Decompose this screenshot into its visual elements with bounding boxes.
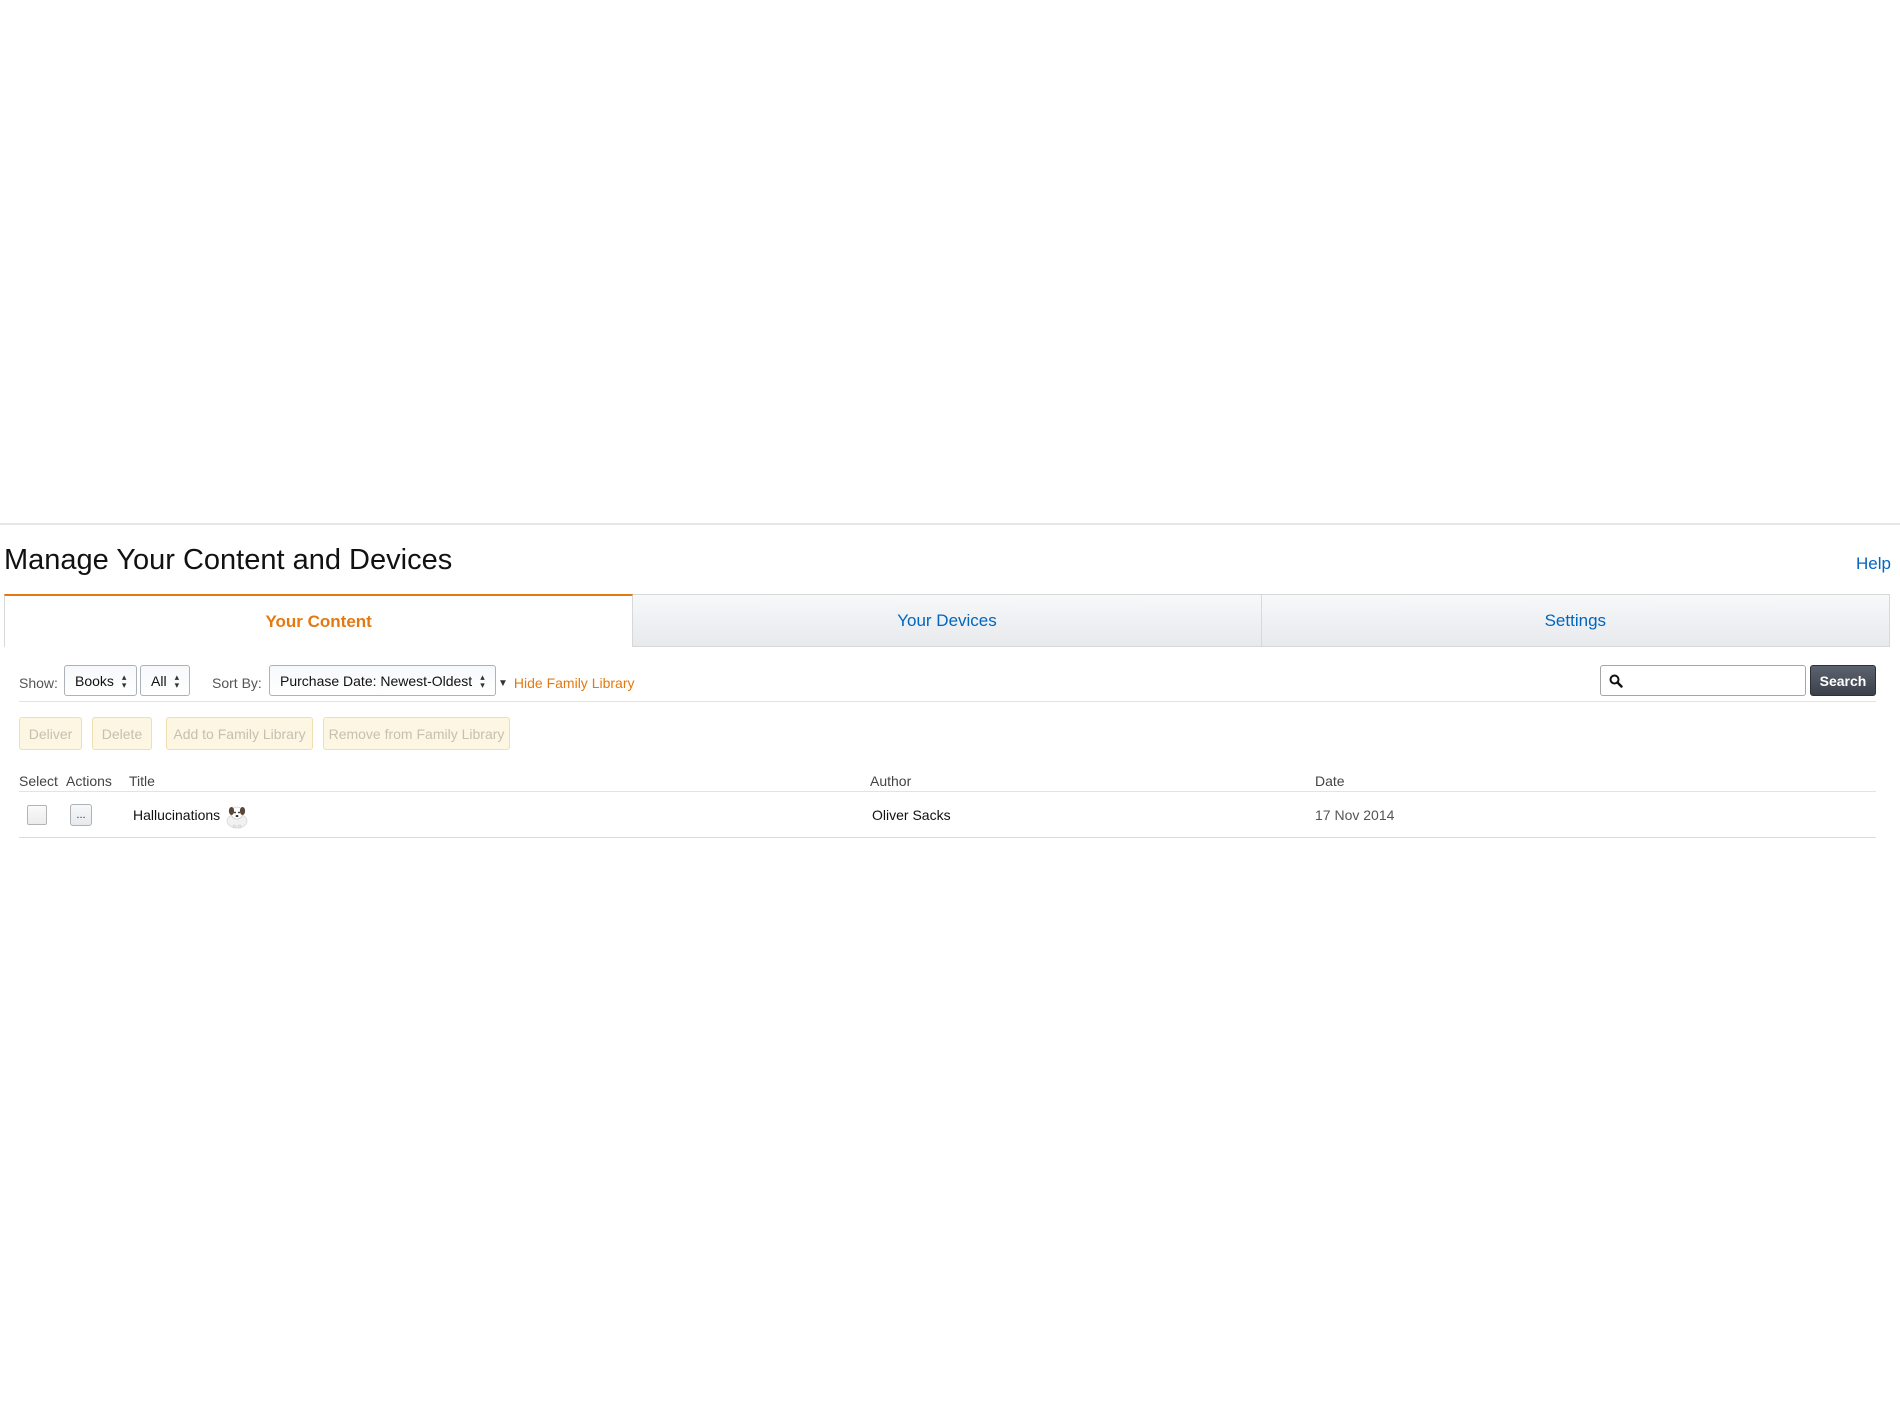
page-title: Manage Your Content and Devices — [4, 544, 453, 576]
row-title[interactable]: Hallucinations — [133, 807, 220, 823]
row-author: Oliver Sacks — [872, 807, 951, 823]
show-subset-select[interactable]: All ▴ ▾ — [140, 665, 191, 696]
triangle-down-icon: ▼ — [498, 677, 508, 689]
column-header-select: Select — [19, 773, 58, 789]
tab-settings[interactable]: Settings — [1261, 594, 1890, 647]
remove-from-family-library-button[interactable]: Remove from Family Library — [323, 717, 510, 750]
sort-label: Sort By: — [212, 675, 262, 691]
content-table: Select Actions Title Author Date ... Hal… — [19, 770, 1876, 838]
show-subset-value: All — [151, 672, 167, 689]
show-type-value: Books — [75, 672, 114, 689]
deliver-button[interactable]: Deliver — [19, 717, 82, 750]
search-button[interactable]: Search — [1810, 665, 1876, 696]
table-row[interactable]: ... Hallucinations Oliver Sacks 17 Nov 2… — [19, 792, 1876, 838]
column-header-title[interactable]: Title — [129, 773, 155, 789]
search-icon — [1609, 674, 1623, 688]
hide-family-library-label: Hide Family Library — [513, 675, 635, 691]
column-header-actions: Actions — [66, 773, 112, 789]
caret-icon: ▴ ▾ — [480, 671, 485, 690]
sort-value: Purchase Date: Newest-Oldest — [280, 672, 473, 689]
search-input[interactable] — [1623, 667, 1805, 694]
hide-family-library-toggle[interactable]: ▼ Hide Family Library — [498, 675, 635, 691]
show-type-select[interactable]: Books ▴ ▾ — [64, 665, 138, 696]
caret-icon: ▴ ▾ — [121, 671, 127, 690]
table-header: Select Actions Title Author Date — [19, 770, 1876, 792]
show-label: Show: — [19, 675, 58, 691]
delete-button[interactable]: Delete — [92, 717, 152, 750]
row-select-checkbox[interactable] — [27, 805, 47, 825]
toolbar-divider — [19, 701, 1876, 702]
column-header-date[interactable]: Date — [1315, 773, 1345, 789]
row-date: 17 Nov 2014 — [1315, 807, 1395, 823]
tab-your-devices[interactable]: Your Devices — [633, 594, 1262, 647]
filter-toolbar: Show: Books ▴ ▾ All ▴ ▾ Sort By: Purchase … — [19, 665, 1876, 702]
tab-bar: Your Content Your Devices Settings — [4, 594, 1890, 647]
column-header-author[interactable]: Author — [870, 773, 911, 789]
tab-your-content[interactable]: Your Content — [4, 594, 634, 647]
add-to-family-library-button[interactable]: Add to Family Library — [166, 717, 313, 750]
page-header: Manage Your Content and Devices Help — [4, 540, 1891, 580]
help-link[interactable]: Help — [1856, 554, 1891, 574]
search-box — [1600, 665, 1806, 696]
dog-avatar-icon — [226, 806, 248, 829]
caret-icon: ▴ ▾ — [174, 671, 180, 690]
row-actions-button[interactable]: ... — [70, 804, 92, 826]
sort-select[interactable]: Purchase Date: Newest-Oldest ▴ ▾ — [269, 665, 496, 696]
top-divider — [0, 523, 1900, 525]
